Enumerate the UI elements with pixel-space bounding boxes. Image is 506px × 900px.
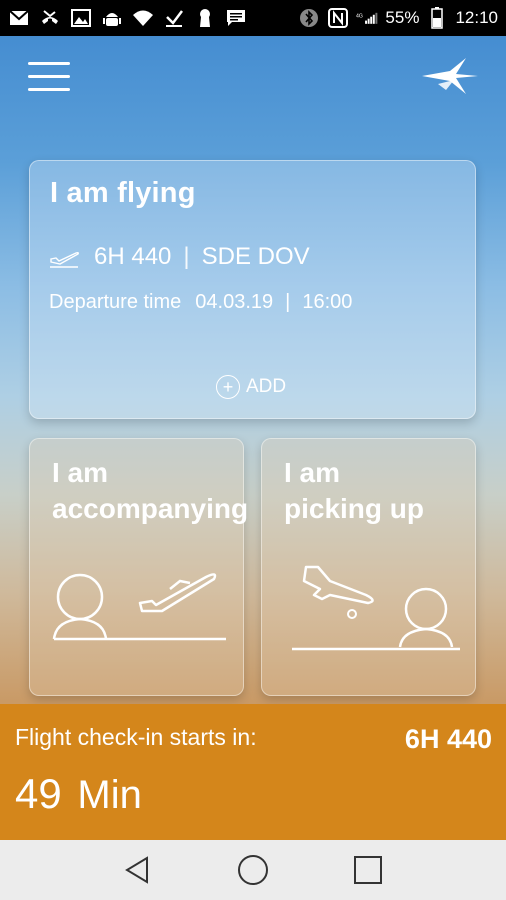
add-flight-button[interactable]: + ADD [216, 375, 286, 399]
notification-icons [8, 8, 247, 28]
download-icon [163, 8, 185, 28]
system-icons: 4G 55% 12:10 [298, 7, 498, 29]
plus-circle-icon: + [216, 375, 240, 399]
status-bar: 4G 55% 12:10 [0, 0, 506, 36]
wifi-icon [132, 8, 154, 28]
flight-route: SDE DOV [201, 243, 310, 270]
bluetooth-icon [298, 8, 320, 28]
app-header [0, 36, 506, 120]
accompanying-title-line2: accompanying [52, 493, 249, 524]
keyhole-icon [194, 8, 216, 28]
departure-label: Departure time [49, 291, 182, 313]
departure-info: Departure time 04.03.19 | 16:00 [49, 291, 352, 314]
android-icon [101, 8, 123, 28]
airline-logo-icon [420, 54, 480, 98]
image-icon [70, 8, 92, 28]
add-label: ADD [246, 376, 287, 397]
checkin-label: Flight check-in starts in: [15, 724, 257, 750]
picking-up-title-line2: picking up [284, 493, 424, 524]
departure-time: 16:00 [302, 291, 353, 313]
separator: | [285, 291, 291, 313]
svg-text:4G: 4G [356, 13, 363, 19]
missed-call-icon [39, 8, 61, 28]
flight-info: 6H 440 | SDE DOV [48, 243, 310, 271]
signal-icon: 4G [356, 8, 378, 28]
picking-up-card[interactable]: I am picking up [261, 438, 476, 696]
picking-up-title: I am picking up [284, 455, 424, 527]
separator: | [183, 243, 190, 270]
person-departing-plane-icon [52, 573, 226, 641]
accompanying-title-line1: I am [52, 457, 109, 488]
home-circle-icon[interactable] [235, 852, 271, 888]
picking-up-title-line1: I am [284, 457, 341, 488]
back-triangle-icon[interactable] [120, 852, 156, 888]
person-arriving-plane-icon [292, 565, 460, 651]
navigation-bar [0, 840, 506, 900]
flying-title: I am flying [50, 177, 196, 209]
checkin-flight-number: 6H 440 [404, 724, 492, 754]
menu-icon[interactable] [28, 62, 70, 92]
message-icon [225, 8, 247, 28]
plane-takeoff-icon [48, 245, 80, 269]
accompanying-title: I am accompanying [52, 455, 248, 527]
accompanying-card[interactable]: I am accompanying [29, 438, 248, 696]
gmail-icon [8, 8, 30, 28]
departure-date: 04.03.19 [195, 291, 274, 313]
battery-icon [426, 7, 448, 29]
flying-card[interactable]: I am flying 6H 440 | SDE DOV Departure t… [29, 160, 476, 419]
checkin-time-value: 49 [15, 770, 62, 817]
flight-number: 6H 440 [94, 243, 172, 270]
battery-percent: 55% [385, 8, 420, 27]
checkin-time-unit: Min [77, 773, 142, 817]
checkin-time: 49 Min [15, 770, 142, 818]
clock: 12:10 [455, 8, 498, 27]
nfc-icon [327, 8, 349, 28]
checkin-countdown[interactable]: Flight check-in starts in: 6H 440 49 Min [0, 704, 506, 840]
recents-square-icon[interactable] [350, 852, 386, 888]
